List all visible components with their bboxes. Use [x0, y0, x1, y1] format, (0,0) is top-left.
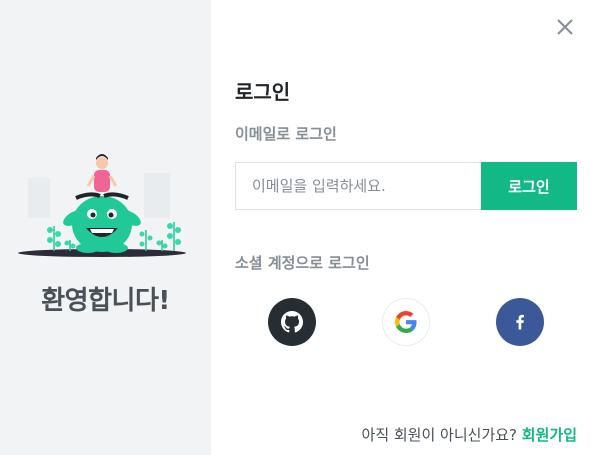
signup-prompt-text: 아직 회원이 아니신가요? [361, 426, 518, 444]
facebook-icon [516, 314, 524, 330]
github-login-button[interactable] [268, 298, 316, 346]
google-login-button[interactable] [382, 298, 430, 346]
github-icon [281, 311, 303, 333]
social-login-buttons [268, 298, 544, 346]
email-section-label: 이메일로 로그인 [235, 125, 337, 143]
signup-prompt: 아직 회원이 아니신가요? 회원가입 [362, 424, 577, 445]
close-icon[interactable] [553, 15, 577, 39]
social-section-label: 소셜 계정으로 로그인 [235, 254, 370, 272]
login-title: 로그인 [235, 80, 291, 104]
facebook-login-button[interactable] [496, 298, 544, 346]
email-input[interactable] [235, 162, 481, 210]
welcome-illustration [18, 154, 186, 257]
email-login-form: 로그인 [235, 162, 577, 210]
google-icon [395, 311, 417, 333]
signup-link[interactable]: 회원가입 [522, 426, 577, 444]
welcome-heading: 환영합니다! [41, 286, 170, 316]
welcome-panel: 환영합니다! [0, 0, 211, 455]
login-button[interactable]: 로그인 [481, 162, 577, 210]
login-panel: 로그인 이메일로 로그인 로그인 소셜 계정으로 로그인 아직 회원이 아 [211, 0, 591, 455]
